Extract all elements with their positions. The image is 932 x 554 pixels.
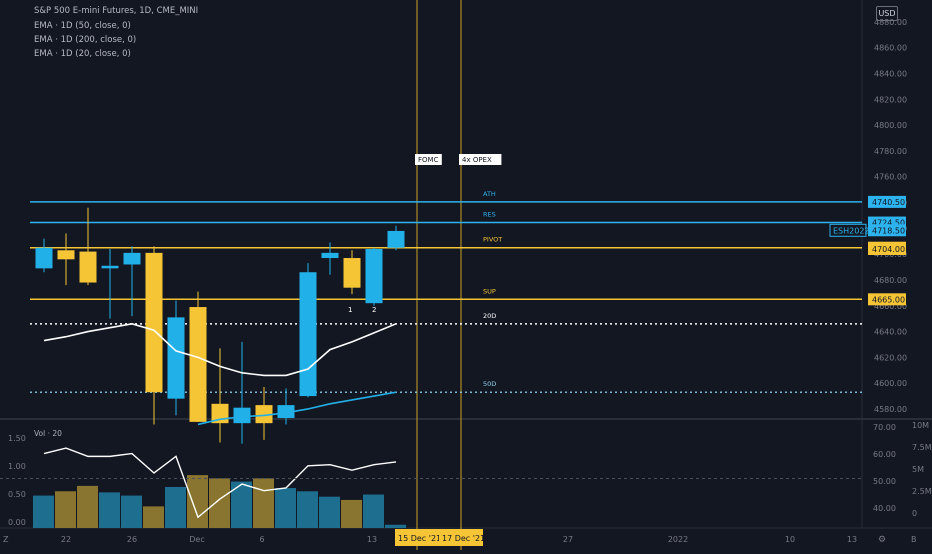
volume-bar: [275, 488, 296, 528]
sub-left-tick: 1.00: [8, 462, 26, 471]
zoom-button: Z: [3, 535, 9, 544]
x-tick-label: 26: [127, 535, 137, 544]
price-chart[interactable]: 4580.004600.004620.004640.004660.004680.…: [0, 0, 932, 550]
volume-bar: [319, 496, 340, 528]
candle-body: [343, 258, 361, 288]
volume-bar: [33, 495, 54, 528]
y-tick-label: 4640.00: [874, 328, 907, 337]
level-label: 20D: [483, 312, 496, 320]
y-tick-label: 4680.00: [874, 276, 907, 285]
x-tick-label: 22: [61, 535, 71, 544]
volume-bar: [77, 485, 98, 528]
date-tag: 17 Dec '21: [442, 534, 485, 543]
volume-bar: [121, 495, 142, 528]
sub-mid-tick: 50.00: [873, 477, 896, 486]
level-label: PIVOT: [483, 236, 502, 244]
ema-50-legend[interactable]: EMA · 1D (50, close, 0): [34, 21, 131, 31]
volume-bar: [363, 494, 384, 528]
wave-label: 1: [348, 306, 352, 314]
y-tick-label: 4600.00: [874, 379, 907, 388]
candle-body: [365, 248, 383, 304]
currency-button[interactable]: USD: [876, 6, 898, 21]
ema-20-legend[interactable]: EMA · 1D (20, close, 0): [34, 49, 131, 59]
sub-left-tick: 0.00: [8, 518, 26, 527]
candle-body: [189, 307, 207, 422]
event-label: FOMC: [418, 156, 439, 164]
y-tick-label: 4620.00: [874, 353, 907, 362]
x-tick-label: Dec: [189, 535, 204, 544]
volume-bar: [143, 506, 164, 528]
sub-mid-tick: 70.00: [873, 423, 896, 432]
level-label: RES: [483, 211, 496, 219]
sub-left-tick: 0.50: [8, 490, 26, 499]
x-tick-label: 13: [847, 535, 857, 544]
x-tick-label: 2022: [668, 535, 688, 544]
x-tick-label: 10: [785, 535, 795, 544]
candle-body: [101, 265, 119, 269]
settings-icon: ⚙: [878, 535, 886, 545]
candle-body: [233, 407, 251, 424]
sub-mid-tick: 60.00: [873, 450, 896, 459]
candle-body: [57, 250, 75, 260]
x-tick-label: 27: [563, 535, 573, 544]
y-tick-label: 4760.00: [874, 173, 907, 182]
x-tick-label: 13: [367, 535, 377, 544]
price-tag: 4704.00: [872, 245, 905, 254]
sub-right-tick: 7.5M: [912, 443, 932, 452]
candle-body: [299, 272, 317, 397]
candle-body: [79, 251, 97, 283]
volume-bar: [297, 491, 318, 528]
candle-body: [321, 252, 339, 259]
ema-200-legend[interactable]: EMA · 1D (200, close, 0): [34, 35, 136, 45]
candle-body: [167, 317, 185, 399]
symbol-title[interactable]: S&P 500 E-mini Futures, 1D, CME_MINI: [34, 6, 198, 16]
level-label: SUP: [483, 287, 496, 295]
volume-bar: [99, 492, 120, 528]
y-tick-label: 4580.00: [874, 405, 907, 414]
volume-bar: [253, 478, 274, 528]
sub-mid-tick: 40.00: [873, 504, 896, 513]
symbol-tag: ESH2022: [833, 226, 870, 235]
y-tick-label: 4840.00: [874, 70, 907, 79]
sub-right-tick: 10M: [912, 421, 929, 430]
price-tag: 4665.00: [872, 295, 905, 304]
volume-bar: [341, 499, 362, 528]
sub-left-tick: 1.50: [8, 434, 26, 443]
level-label: ATH: [483, 190, 496, 198]
y-tick-label: 4860.00: [874, 44, 907, 53]
candle-body: [387, 230, 405, 248]
y-tick-label: 4800.00: [874, 121, 907, 130]
price-tag: 4718.50: [872, 226, 905, 235]
candle-body: [123, 252, 141, 265]
candle-body: [35, 247, 53, 269]
volume-bar: [187, 475, 208, 528]
scale-button: B: [911, 535, 917, 544]
volume-bar: [165, 486, 186, 528]
y-tick-label: 4820.00: [874, 95, 907, 104]
price-tag: 4740.50: [872, 198, 905, 207]
candle-body: [145, 252, 163, 393]
volume-bar: [209, 478, 230, 528]
volume-bar: [55, 491, 76, 528]
x-tick-label: 6: [259, 535, 264, 544]
volume-bar: [385, 524, 406, 528]
level-label: 50D: [483, 380, 496, 388]
event-label: 4x OPEX: [462, 156, 492, 164]
sub-right-tick: 0: [912, 509, 917, 518]
wave-label: 2: [372, 306, 376, 314]
date-tag: 15 Dec '21: [398, 534, 441, 543]
sub-right-tick: 5M: [912, 465, 924, 474]
chart-root: 4580.00 4600.00 4620.00 4640.00 4660.00 4680.…: [0, 0, 932, 550]
volume-legend: Vol · 20: [34, 429, 62, 438]
y-tick-label: 4780.00: [874, 147, 907, 156]
sub-right-tick: 2.5M: [912, 487, 932, 496]
